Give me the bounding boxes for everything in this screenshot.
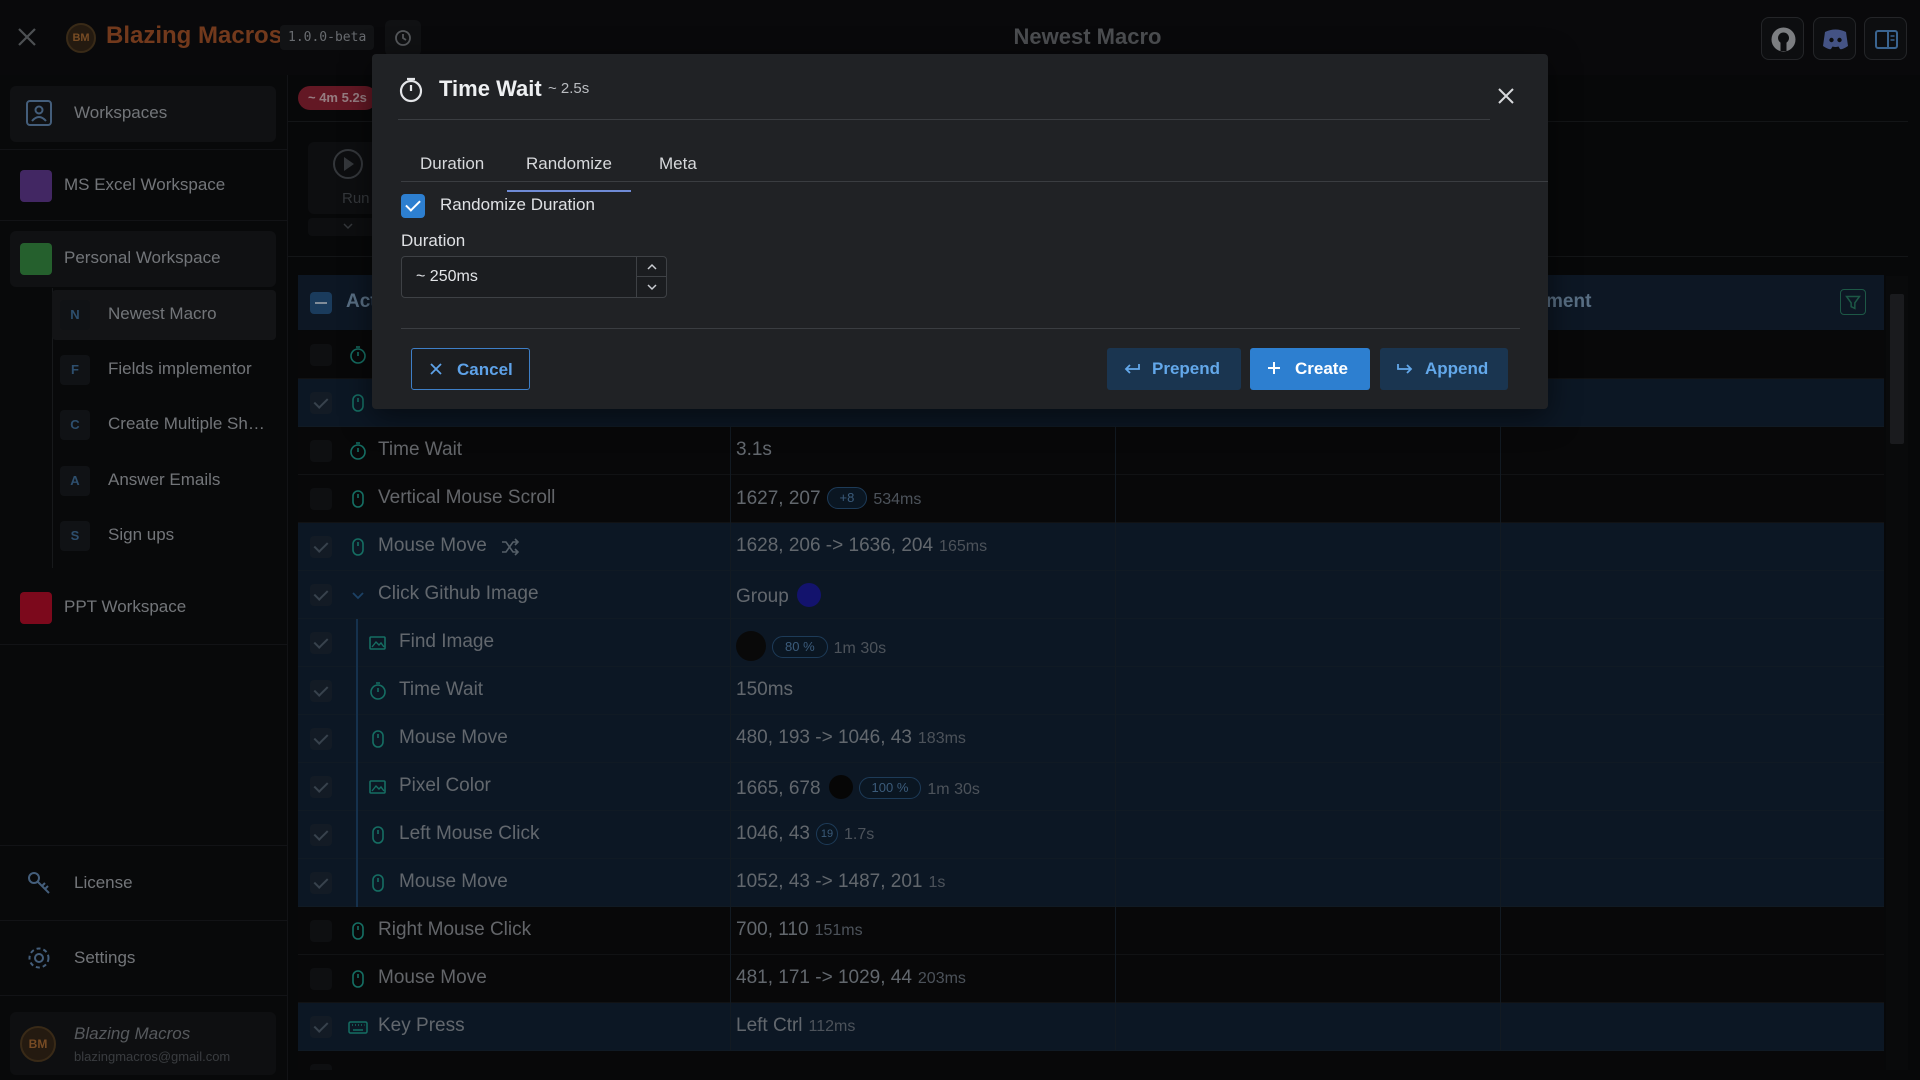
cancel-button[interactable]: Cancel [411,348,530,390]
arrow-left-return-icon [1124,364,1140,374]
randomize-duration-checkbox[interactable] [401,194,425,218]
edit-action-dialog: Time Wait ~ 2.5s Duration Randomize Meta… [372,54,1548,409]
tab-meta[interactable]: Meta [640,150,716,192]
dialog-subtitle: ~ 2.5s [548,80,590,97]
prepend-button[interactable]: Prepend [1107,348,1241,390]
divider [401,328,1520,329]
close-icon[interactable] [1496,86,1516,106]
close-icon [430,363,442,375]
create-label: Create [1295,359,1348,378]
chevron-down-icon [647,284,657,291]
decrement-button[interactable] [637,277,667,297]
chevron-up-icon [647,263,657,270]
divider [401,181,1548,182]
increment-button[interactable] [637,257,667,277]
duration-input-value[interactable]: ~ 250ms [416,268,478,286]
timer-icon [399,77,423,103]
randomize-duration-label: Randomize Duration [440,195,595,214]
dialog-title: Time Wait [439,76,542,101]
divider [398,119,1490,120]
create-button[interactable]: Create [1250,348,1370,390]
arrow-right-return-icon [1397,364,1413,374]
cancel-label: Cancel [457,360,513,379]
append-button[interactable]: Append [1380,348,1508,390]
duration-label: Duration [401,231,466,250]
stepper-controls [636,257,667,297]
append-label: Append [1425,359,1489,378]
tab-duration[interactable]: Duration [401,150,503,192]
prepend-label: Prepend [1152,359,1221,378]
plus-icon [1268,362,1280,374]
duration-stepper[interactable]: ~ 250ms [401,256,667,298]
tab-randomize[interactable]: Randomize [507,150,631,192]
